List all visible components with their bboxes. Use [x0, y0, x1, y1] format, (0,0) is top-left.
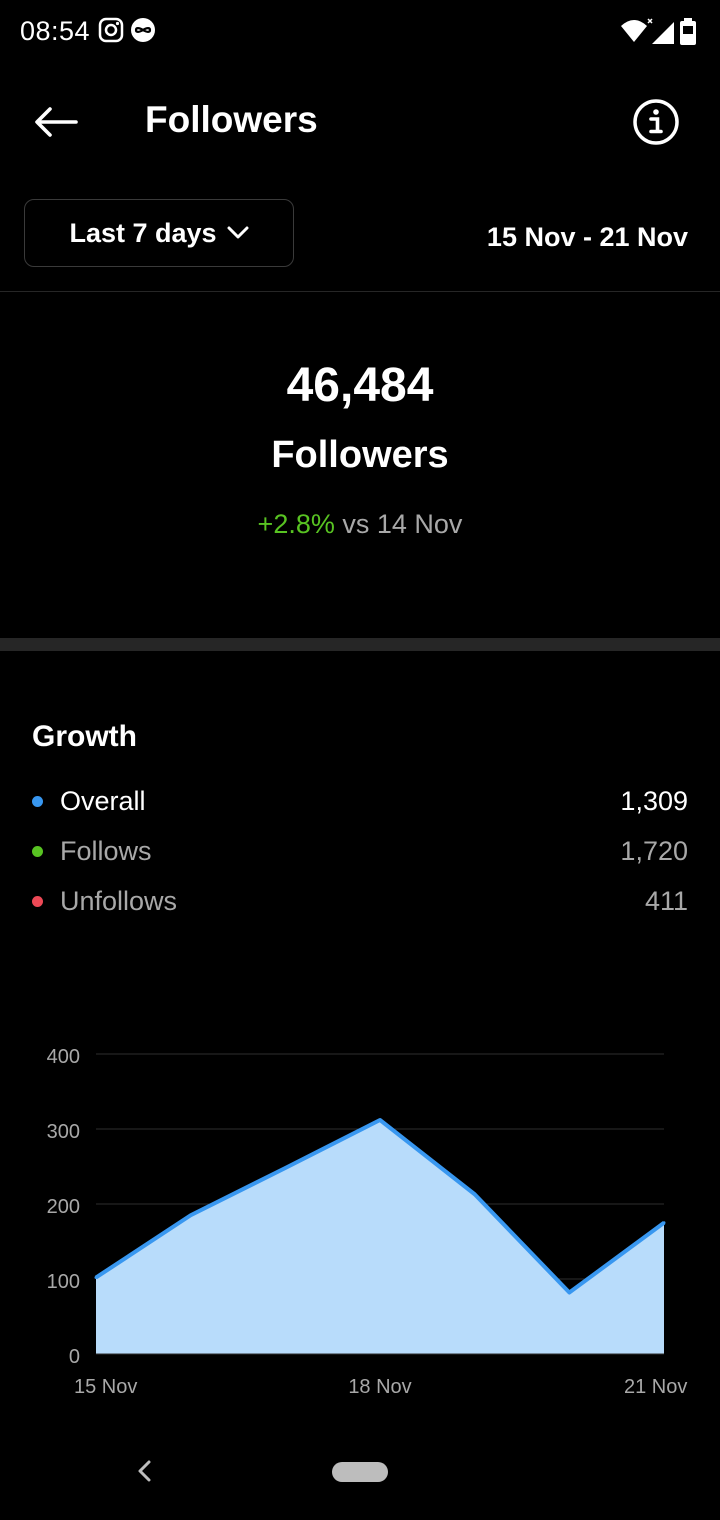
status-time: 08:54	[20, 16, 91, 46]
data-point	[662, 1221, 666, 1225]
date-range-dropdown[interactable]: Last 7 days	[24, 199, 294, 267]
y-tick-label: 400	[47, 1046, 80, 1068]
overall-dot	[32, 796, 43, 807]
change-comparison: vs 14 Nov	[342, 509, 463, 539]
y-tick-label: 0	[69, 1346, 80, 1368]
y-tick-label: 200	[47, 1196, 80, 1218]
app-header: Followers	[0, 80, 720, 164]
change-percent: +2.8%	[257, 509, 335, 539]
status-bar: 08:54	[0, 0, 720, 64]
data-point	[473, 1192, 477, 1196]
info-icon	[633, 99, 679, 145]
battery-icon	[680, 18, 696, 45]
data-point	[189, 1213, 193, 1217]
data-point	[567, 1291, 571, 1294]
growth-title: Growth	[32, 720, 137, 753]
x-tick-label: 15 Nov	[74, 1376, 137, 1398]
overall-area	[96, 1120, 664, 1354]
nav-back-button[interactable]	[130, 1456, 160, 1486]
instagram-icon	[98, 17, 124, 48]
follows-dot	[32, 846, 43, 857]
section-divider	[0, 638, 720, 651]
legend-item-overall: Overall 1,309	[32, 782, 688, 822]
status-right-icons	[618, 16, 702, 53]
arrow-left-icon	[35, 107, 78, 137]
divider	[0, 291, 720, 292]
legend-label: Follows	[60, 836, 152, 866]
date-range-dropdown-label: Last 7 days	[69, 217, 217, 248]
legend-label: Unfollows	[60, 886, 178, 916]
back-button[interactable]	[24, 98, 88, 146]
legend-item-follows: Follows 1,720	[32, 832, 688, 872]
legend-value: 411	[644, 886, 688, 916]
date-range-text: 15 Nov - 21 Nov	[486, 222, 688, 252]
unfollows-dot	[32, 896, 43, 907]
legend-label: Overall	[60, 786, 146, 816]
y-tick-label: 100	[47, 1271, 80, 1293]
nav-back-icon	[138, 1460, 151, 1482]
growth-chart: 0 100 200 300 400 15 Nov 18 Nov 21 Nov	[47, 1046, 688, 1398]
info-button[interactable]	[630, 96, 682, 148]
data-point	[283, 1166, 287, 1170]
x-tick-label: 18 Nov	[348, 1376, 411, 1398]
legend-value: 1,720	[620, 836, 688, 866]
page-title: Followers	[145, 99, 318, 140]
legend-item-unfollows: Unfollows 411	[32, 882, 688, 922]
follower-change: +2.8% vs 14 Nov	[0, 509, 720, 540]
home-pill-icon[interactable]	[332, 1462, 388, 1482]
legend-value: 1,309	[620, 786, 688, 816]
chevron-down-icon	[227, 226, 249, 239]
x-tick-label: 21 Nov	[624, 1376, 687, 1398]
y-tick-label: 300	[47, 1121, 80, 1143]
data-point	[94, 1276, 98, 1279]
infinity-icon	[130, 17, 156, 48]
signal-icon	[652, 22, 674, 44]
wifi-icon	[621, 18, 653, 42]
follower-count-label: Followers	[271, 434, 449, 476]
follower-count: 46,484	[286, 359, 434, 412]
data-point	[378, 1118, 382, 1122]
